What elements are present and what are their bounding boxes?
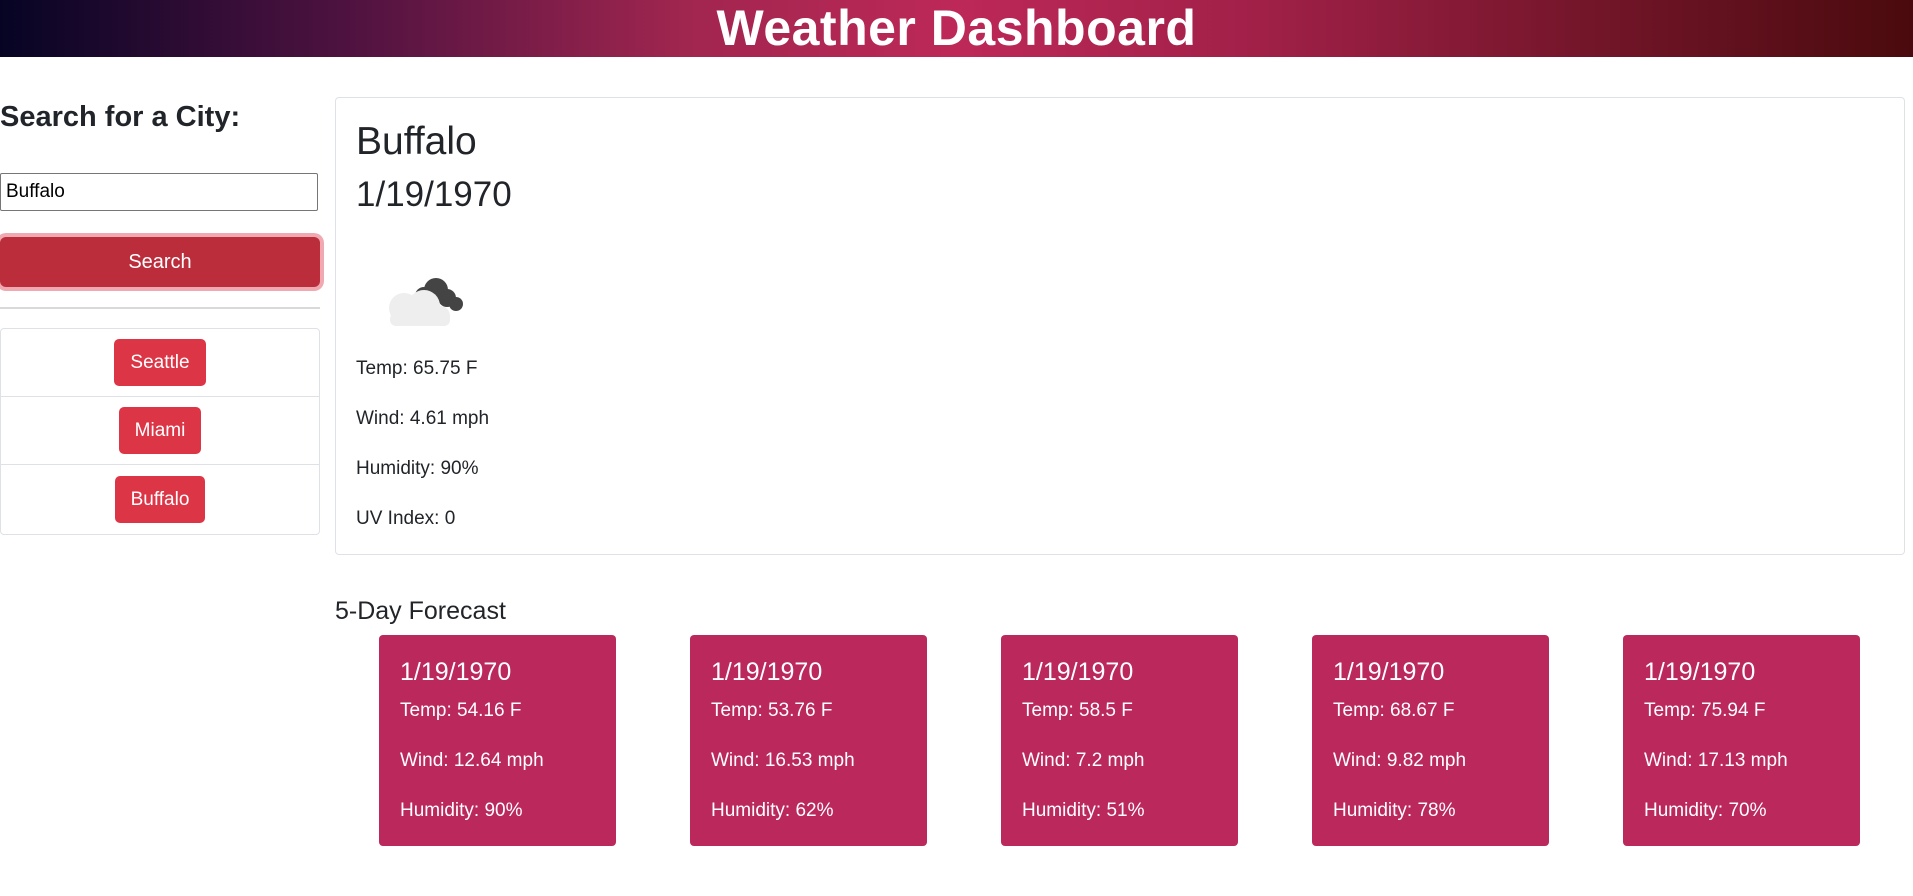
current-uv-index: UV Index: 0 — [356, 508, 456, 529]
search-heading: Search for a City: — [0, 101, 241, 133]
forecast-wind: Wind: 7.2 mph — [1022, 750, 1145, 771]
forecast-humidity: Humidity: 78% — [1333, 800, 1456, 821]
history-item: Miami — [1, 397, 319, 465]
history-button-miami[interactable]: Miami — [118, 407, 202, 454]
current-weather-card: Buffalo 1/19/1970 Temp: 65.75 F Wind: 4.… — [335, 97, 1905, 555]
page-header: Weather Dashboard — [0, 0, 1913, 57]
forecast-date: 1/19/1970 — [400, 658, 512, 686]
current-date: 1/19/1970 — [356, 175, 512, 214]
search-sidebar: Search for a City: Search Seattle Miami … — [0, 97, 320, 535]
city-name: Buffalo — [356, 120, 477, 163]
city-search-input[interactable] — [0, 173, 318, 211]
forecast-date: 1/19/1970 — [1333, 658, 1445, 686]
search-history-list: Seattle Miami Buffalo — [0, 328, 320, 535]
forecast-humidity: Humidity: 51% — [1022, 800, 1145, 821]
forecast-temp: Temp: 53.76 F — [711, 700, 833, 721]
forecast-wind: Wind: 16.53 mph — [711, 750, 855, 771]
forecast-wind: Wind: 12.64 mph — [400, 750, 544, 771]
forecast-card: 1/19/1970 Temp: 75.94 F Wind: 17.13 mph … — [1623, 635, 1860, 846]
forecast-date: 1/19/1970 — [1644, 658, 1756, 686]
forecast-title: 5-Day Forecast — [335, 597, 506, 625]
forecast-temp: Temp: 58.5 F — [1022, 700, 1133, 721]
sidebar-divider — [0, 307, 320, 309]
forecast-date: 1/19/1970 — [1022, 658, 1134, 686]
forecast-card: 1/19/1970 Temp: 54.16 F Wind: 12.64 mph … — [379, 635, 616, 846]
history-button-buffalo[interactable]: Buffalo — [114, 476, 206, 523]
forecast-card: 1/19/1970 Temp: 53.76 F Wind: 16.53 mph … — [690, 635, 927, 846]
forecast-date: 1/19/1970 — [711, 658, 823, 686]
forecast-temp: Temp: 54.16 F — [400, 700, 522, 721]
history-item: Buffalo — [1, 465, 319, 534]
current-temp: Temp: 65.75 F — [356, 358, 478, 379]
forecast-wind: Wind: 9.82 mph — [1333, 750, 1467, 771]
forecast-humidity: Humidity: 70% — [1644, 800, 1767, 821]
search-button[interactable]: Search — [0, 237, 320, 287]
forecast-card: 1/19/1970 Temp: 58.5 F Wind: 7.2 mph Hum… — [1001, 635, 1238, 846]
forecast-temp: Temp: 75.94 F — [1644, 700, 1766, 721]
cloudy-icon — [389, 278, 463, 326]
history-button-seattle[interactable]: Seattle — [114, 339, 206, 386]
page-title: Weather Dashboard — [716, 0, 1197, 56]
forecast-card: 1/19/1970 Temp: 68.67 F Wind: 9.82 mph H… — [1312, 635, 1549, 846]
forecast-wind: Wind: 17.13 mph — [1644, 750, 1788, 771]
current-humidity: Humidity: 90% — [356, 458, 479, 479]
forecast-humidity: Humidity: 90% — [400, 800, 523, 821]
forecast-humidity: Humidity: 62% — [711, 800, 834, 821]
current-wind: Wind: 4.61 mph — [356, 408, 490, 429]
history-item: Seattle — [1, 329, 319, 397]
forecast-temp: Temp: 68.67 F — [1333, 700, 1455, 721]
